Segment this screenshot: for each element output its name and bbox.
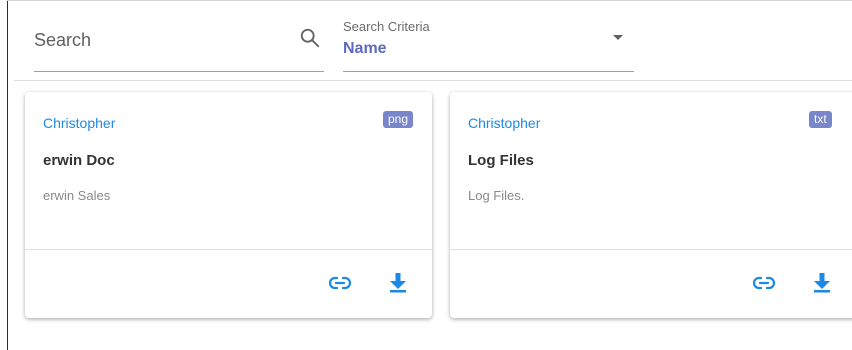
download-icon[interactable] (389, 273, 407, 293)
dropdown-arrow-icon[interactable] (613, 35, 623, 40)
card-author-link[interactable]: Christopher (468, 115, 540, 131)
document-card[interactable]: Christopher txt Log Files Log Files. (450, 92, 852, 318)
search-input[interactable] (34, 26, 284, 54)
search-criteria-select[interactable]: Search Criteria Name (343, 16, 634, 72)
card-footer-divider (450, 249, 852, 250)
search-criteria-value[interactable]: Name (343, 40, 387, 58)
download-icon[interactable] (813, 273, 831, 293)
document-card[interactable]: Christopher png erwin Doc erwin Sales (25, 92, 432, 318)
card-title: erwin Doc (43, 152, 115, 169)
window-top-border (7, 0, 852, 1)
search-icon[interactable] (299, 27, 321, 49)
search-field[interactable] (34, 16, 324, 72)
page: Search Criteria Name Christopher png erw… (0, 0, 852, 350)
link-icon[interactable] (329, 276, 351, 290)
file-type-badge: png (382, 111, 413, 128)
link-icon[interactable] (753, 276, 775, 290)
card-author-link[interactable]: Christopher (43, 115, 115, 131)
file-type-badge: txt (809, 111, 832, 128)
card-title: Log Files (468, 152, 534, 169)
card-footer-divider (25, 249, 432, 250)
header-divider (14, 80, 852, 81)
window-left-border (7, 0, 8, 350)
search-criteria-label: Search Criteria (343, 19, 430, 34)
card-description: erwin Sales (43, 188, 111, 203)
card-description: Log Files. (468, 188, 525, 203)
